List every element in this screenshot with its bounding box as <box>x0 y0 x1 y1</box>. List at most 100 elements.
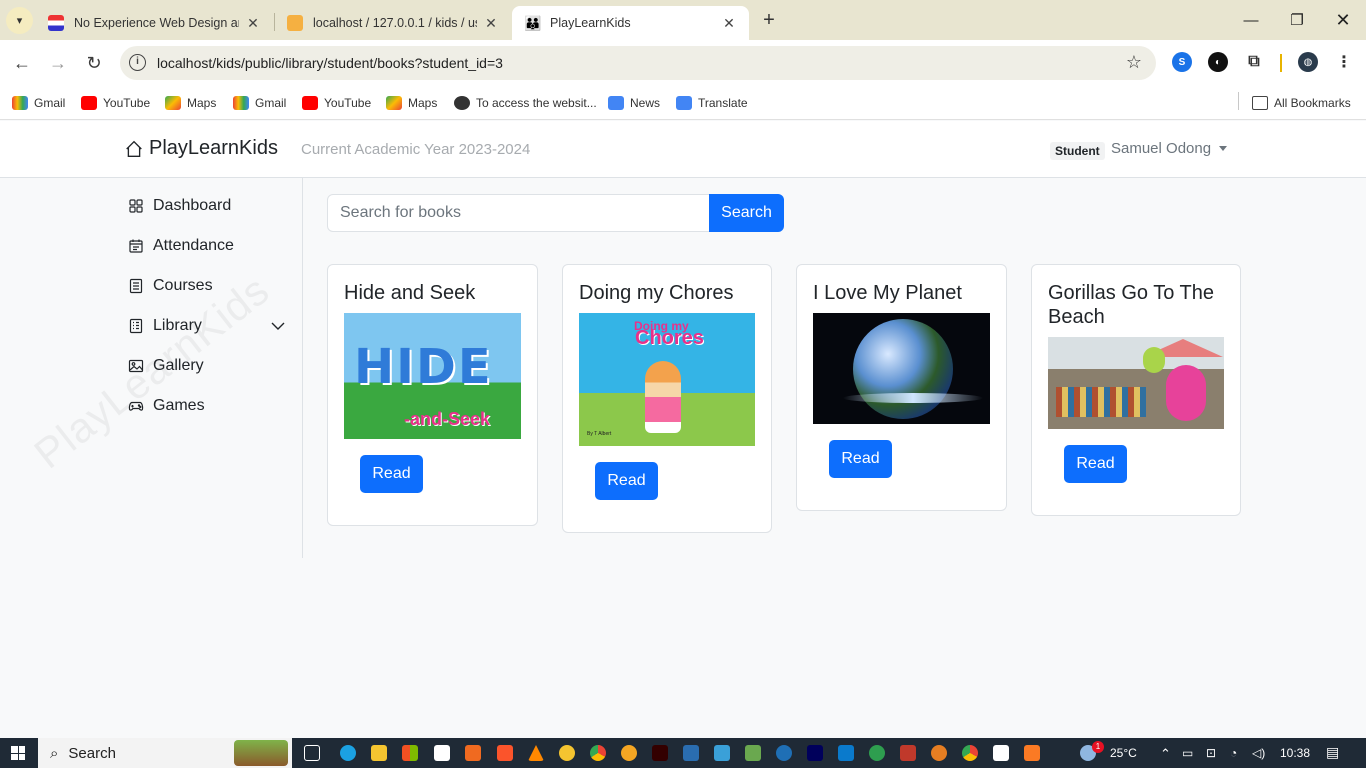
close-window-icon[interactable]: ✕ <box>1320 0 1366 40</box>
app-icon[interactable] <box>900 745 916 761</box>
book-search-input[interactable] <box>327 194 710 232</box>
ring-illustration <box>843 393 983 403</box>
app-icon[interactable] <box>465 745 481 761</box>
reload-icon[interactable]: ↻ <box>80 49 108 77</box>
read-button[interactable]: Read <box>829 440 892 478</box>
close-tab-icon[interactable]: ✕ <box>245 15 261 32</box>
browser-tab-active[interactable]: 👪 PlayLearnKids ✕ <box>512 6 749 40</box>
app-icon[interactable] <box>993 745 1009 761</box>
app-icon[interactable] <box>931 745 947 761</box>
chevron-down-icon[interactable] <box>270 321 286 331</box>
bookmark-gmail[interactable]: Gmail <box>12 92 65 114</box>
app-icon[interactable] <box>745 745 761 761</box>
file-explorer-icon[interactable] <box>371 745 387 761</box>
sidebar-item-library[interactable]: Library <box>128 314 202 338</box>
calendar-icon <box>129 239 143 253</box>
sidebar-item-dashboard[interactable]: Dashboard <box>128 194 231 218</box>
close-tab-icon[interactable]: ✕ <box>721 15 737 32</box>
all-bookmarks[interactable]: All Bookmarks <box>1252 92 1351 114</box>
profile-avatar-icon[interactable]: ◍ <box>1298 52 1318 72</box>
chevron-up-icon[interactable]: ⌃ <box>1160 746 1171 762</box>
url-text[interactable]: localhost/kids/public/library/student/bo… <box>157 55 503 71</box>
browser-tab[interactable]: No Experience Web Design and ✕ <box>36 6 273 40</box>
battery-icon[interactable]: ▭ <box>1182 746 1193 760</box>
chrome-active-icon[interactable] <box>962 745 978 761</box>
illustrator-icon[interactable] <box>652 745 668 761</box>
bookmark-maps[interactable]: Maps <box>165 92 216 114</box>
taskbar-search[interactable]: ⌕ Search <box>38 738 292 768</box>
tab-title: No Experience Web Design and <box>74 16 239 30</box>
new-tab-button[interactable]: + <box>758 9 780 31</box>
gmail-icon <box>233 96 249 110</box>
close-tab-icon[interactable]: ✕ <box>483 15 499 32</box>
search-app-icon[interactable] <box>621 745 637 761</box>
user-dropdown[interactable]: Samuel Odong <box>1111 140 1228 157</box>
site-info-icon[interactable]: i <box>129 54 146 71</box>
sidebar-item-attendance[interactable]: Attendance <box>128 234 234 258</box>
bookmark-gmail[interactable]: Gmail <box>233 92 286 114</box>
bookmark-maps[interactable]: Maps <box>386 92 437 114</box>
book-card: I Love My Planet Read <box>796 264 1007 511</box>
cover-text: Chores <box>635 327 704 349</box>
task-view-icon[interactable] <box>304 745 320 761</box>
audition-icon[interactable] <box>807 745 823 761</box>
extensions-puzzle-icon[interactable]: ⧉ <box>1244 52 1264 72</box>
address-bar[interactable]: i localhost/kids/public/library/student/… <box>120 46 1156 80</box>
kids-favicon-icon: 👪 <box>524 15 542 31</box>
clock-time[interactable]: 10:38 <box>1280 746 1310 760</box>
news-icon <box>608 96 624 110</box>
tab-search-button[interactable]: ▾ <box>6 7 33 34</box>
notifications-icon[interactable]: ▤ <box>1326 744 1339 761</box>
xampp-icon[interactable] <box>1024 745 1040 761</box>
read-button[interactable]: Read <box>360 455 423 493</box>
brave-icon[interactable] <box>497 745 513 761</box>
browser-tab[interactable]: localhost / 127.0.0.1 / kids / use ✕ <box>275 6 511 40</box>
network-icon[interactable]: ⊡ <box>1206 746 1216 760</box>
vscode-icon[interactable] <box>838 745 854 761</box>
sidebar-item-gallery[interactable]: Gallery <box>128 354 204 378</box>
extension-icon[interactable]: ◐ <box>1208 52 1228 72</box>
restore-icon[interactable]: ❐ <box>1274 0 1320 40</box>
windows-start-icon[interactable] <box>11 746 25 760</box>
wifi-icon[interactable]: ◔ <box>1230 746 1237 760</box>
vlc-icon[interactable] <box>528 745 544 761</box>
tab-title: PlayLearnKids <box>550 16 631 30</box>
bookmark-translate[interactable]: Translate <box>676 92 748 114</box>
search-button[interactable]: Search <box>709 194 784 232</box>
forward-icon[interactable]: → <box>44 49 72 77</box>
app-icon[interactable] <box>776 745 792 761</box>
sidebar-item-games[interactable]: Games <box>128 394 205 418</box>
gamepad-icon <box>128 401 144 411</box>
bookmark-website[interactable]: To access the websit... <box>454 92 597 114</box>
edge-icon[interactable] <box>340 745 356 761</box>
shazam-extension-icon[interactable]: S <box>1172 52 1192 72</box>
volume-icon[interactable]: ◁) <box>1252 746 1265 760</box>
maps-icon <box>165 96 181 110</box>
app-icon[interactable] <box>869 745 885 761</box>
minimize-icon[interactable]: — <box>1228 0 1274 40</box>
back-icon[interactable]: ← <box>8 49 36 77</box>
chrome-icon[interactable] <box>590 745 606 761</box>
bookmark-youtube[interactable]: YouTube <box>302 92 371 114</box>
sidebar-item-courses[interactable]: Courses <box>128 274 213 298</box>
brand-link[interactable]: PlayLearnKids <box>125 137 278 160</box>
app-icon[interactable] <box>714 745 730 761</box>
sidebar-item-label: Attendance <box>153 237 234 254</box>
flag-favicon-icon <box>48 15 64 31</box>
store-icon[interactable] <box>402 745 418 761</box>
app-icon[interactable] <box>559 745 575 761</box>
app-icon[interactable] <box>683 745 699 761</box>
bookmark-star-icon[interactable]: ☆ <box>1126 52 1142 73</box>
mail-icon[interactable] <box>434 745 450 761</box>
all-bookmarks-label: All Bookmarks <box>1274 96 1351 110</box>
globe-icon <box>454 96 470 110</box>
browser-menu-icon[interactable]: ⋮ <box>1334 52 1354 72</box>
bookmark-news[interactable]: News <box>608 92 660 114</box>
bookmark-youtube[interactable]: YouTube <box>81 92 150 114</box>
earth-illustration <box>853 319 953 419</box>
read-button[interactable]: Read <box>595 462 658 500</box>
bookmark-label: YouTube <box>324 96 372 110</box>
read-button[interactable]: Read <box>1064 445 1127 483</box>
notification-badge: 1 <box>1092 741 1104 753</box>
bookmark-label: Gmail <box>255 96 287 110</box>
